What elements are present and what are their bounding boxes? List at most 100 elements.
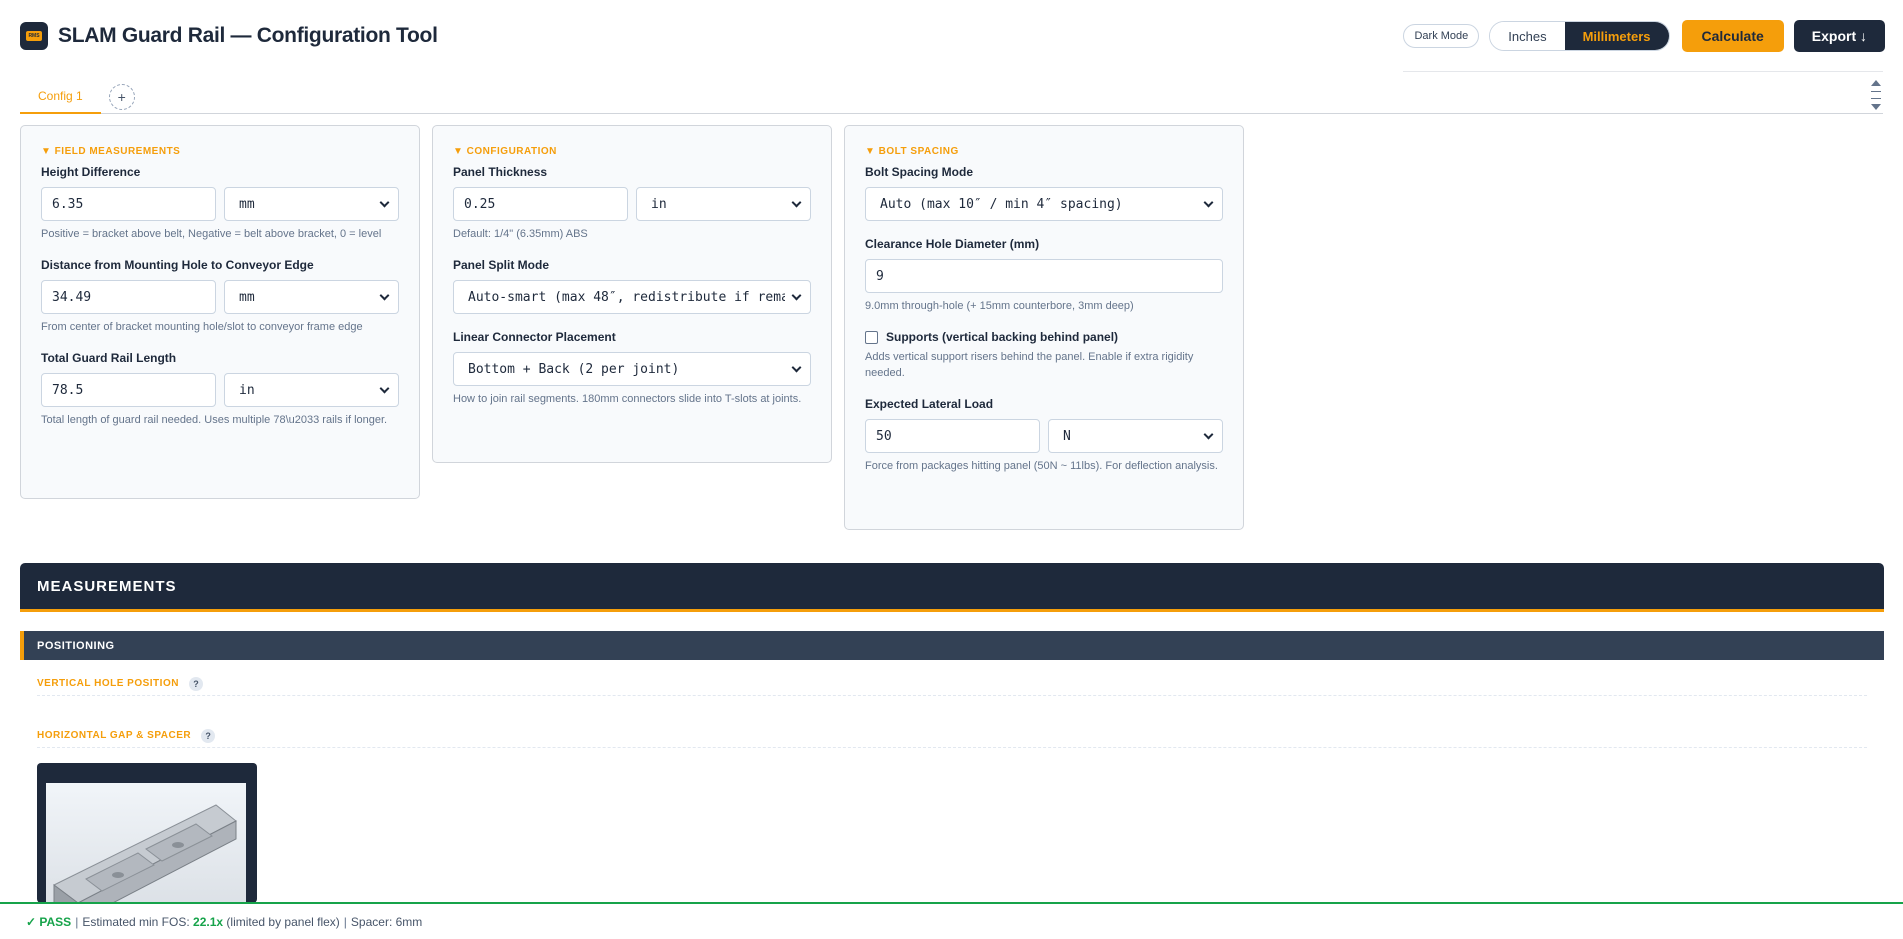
field-hint: Default: 1/4" (6.35mm) ABS bbox=[453, 228, 588, 240]
calculate-button[interactable]: Calculate bbox=[1681, 20, 1784, 52]
chevron-down-icon bbox=[791, 290, 802, 300]
dark-mode-button[interactable]: Dark Mode bbox=[1403, 24, 1480, 48]
card-heading: ▼ BOLT SPACING bbox=[865, 146, 959, 157]
chevron-down-icon bbox=[379, 383, 390, 393]
height-difference-field: Height Difference 6.35 mm Positive = bra… bbox=[41, 165, 399, 242]
config-tabbar: Config 1 + bbox=[20, 80, 1883, 114]
pass-badge: ✓ PASS bbox=[26, 914, 72, 929]
distance-input[interactable]: 34.49 bbox=[41, 280, 216, 314]
app-logo: RMS bbox=[20, 22, 48, 50]
horizontal-gap-row[interactable]: HORIZONTAL GAP & SPACER ? bbox=[37, 724, 1867, 748]
load-unit-select[interactable]: N bbox=[1048, 419, 1223, 453]
field-label: Clearance Hole Diameter (mm) bbox=[865, 237, 1040, 251]
scroll-up-icon[interactable] bbox=[1871, 80, 1881, 86]
chevron-down-icon bbox=[1203, 197, 1214, 207]
select-value: Bottom + Back (2 per joint) bbox=[468, 361, 680, 377]
clearance-input[interactable]: 9 bbox=[865, 259, 1223, 293]
select-value: mm bbox=[239, 289, 255, 305]
field-hint: Adds vertical support risers behind the … bbox=[865, 351, 1194, 379]
select-value: in bbox=[651, 196, 667, 212]
connector-select[interactable]: Bottom + Back (2 per joint) bbox=[453, 352, 811, 386]
field-hint: Total length of guard rail needed. Uses … bbox=[41, 414, 388, 426]
field-hint: How to join rail segments. 180mm connect… bbox=[453, 393, 802, 405]
panel-thickness-field: Panel Thickness 0.25 in Default: 1/4" (6… bbox=[453, 165, 811, 242]
connector-field: Linear Connector Placement Bottom + Back… bbox=[453, 330, 811, 407]
field-label: Height Difference bbox=[41, 165, 141, 179]
select-value: Auto (max 10″ / min 4″ spacing) bbox=[880, 196, 1123, 212]
status-divider: | bbox=[75, 914, 79, 929]
status-divider: | bbox=[343, 914, 347, 929]
field-label: Bolt Spacing Mode bbox=[865, 165, 973, 179]
load-input[interactable]: 50 bbox=[865, 419, 1040, 453]
bolt-spacing-card: ▼ BOLT SPACING Bolt Spacing Mode Auto (m… bbox=[844, 125, 1244, 530]
select-value: in bbox=[239, 382, 255, 398]
spacer-info: Spacer: 6mm bbox=[350, 914, 423, 929]
scroll-divider bbox=[1871, 97, 1881, 99]
field-measurements-card: ▼ FIELD MEASUREMENTS Height Difference 6… bbox=[20, 125, 420, 499]
height-difference-input[interactable]: 6.35 bbox=[41, 187, 216, 221]
panel-thickness-unit-select[interactable]: in bbox=[636, 187, 811, 221]
chevron-down-icon bbox=[379, 197, 390, 207]
field-hint: From center of bracket mounting hole/slo… bbox=[41, 321, 363, 333]
distance-unit-select[interactable]: mm bbox=[224, 280, 399, 314]
unit-toggle: Inches Millimeters bbox=[1489, 21, 1670, 51]
field-hint: 9.0mm through-hole (+ 15mm counterbore, … bbox=[865, 300, 1134, 312]
distance-field: Distance from Mounting Hole to Conveyor … bbox=[41, 258, 399, 335]
load-field: Expected Lateral Load 50 N Force from pa… bbox=[865, 397, 1223, 474]
measurements-title: MEASUREMENTS bbox=[37, 577, 177, 595]
configuration-card: ▼ CONFIGURATION Panel Thickness 0.25 in … bbox=[432, 125, 832, 463]
logo-mark: RMS bbox=[26, 31, 42, 41]
bolt-mode-select[interactable]: Auto (max 10″ / min 4″ spacing) bbox=[865, 187, 1223, 221]
add-tab-button[interactable]: + bbox=[108, 83, 135, 110]
field-label: Linear Connector Placement bbox=[453, 330, 616, 344]
chevron-down-icon bbox=[791, 362, 802, 372]
unit-inches-button[interactable]: Inches bbox=[1490, 22, 1565, 50]
panel-thickness-input[interactable]: 0.25 bbox=[453, 187, 628, 221]
unit-mm-button[interactable]: Millimeters bbox=[1564, 22, 1669, 50]
tab-scroll-control[interactable] bbox=[1869, 80, 1883, 110]
fos-prefix: Estimated min FOS: bbox=[82, 914, 190, 929]
horizontal-gap-label: HORIZONTAL GAP & SPACER bbox=[37, 730, 192, 741]
help-icon[interactable]: ? bbox=[188, 676, 203, 691]
vertical-hole-row[interactable]: VERTICAL HOLE POSITION ? bbox=[37, 672, 1867, 696]
supports-checkbox[interactable] bbox=[865, 330, 878, 344]
measurements-header: MEASUREMENTS bbox=[20, 563, 1884, 612]
checkbox-label: Supports (vertical backing behind panel) bbox=[886, 330, 1119, 344]
select-value: Auto-smart (max 48″, redistribute if rem… bbox=[468, 289, 785, 305]
card-heading: ▼ FIELD MEASUREMENTS bbox=[41, 146, 181, 157]
card-heading: ▼ CONFIGURATION bbox=[453, 146, 557, 157]
header-divider bbox=[1403, 71, 1883, 72]
rail-length-unit-select[interactable]: in bbox=[224, 373, 399, 407]
scroll-down-icon[interactable] bbox=[1871, 103, 1881, 110]
fos-suffix: (limited by panel flex) bbox=[226, 914, 340, 929]
rail-length-input[interactable]: 78.5 bbox=[41, 373, 216, 407]
scroll-divider bbox=[1871, 91, 1881, 93]
positioning-header: POSITIONING bbox=[20, 631, 1884, 660]
help-icon[interactable]: ? bbox=[201, 728, 216, 743]
field-label: Panel Split Mode bbox=[453, 258, 550, 272]
field-hint: Positive = bracket above belt, Negative … bbox=[41, 228, 382, 240]
vertical-hole-label: VERTICAL HOLE POSITION bbox=[37, 678, 179, 689]
clearance-field: Clearance Hole Diameter (mm) 9 9.0mm thr… bbox=[865, 237, 1223, 314]
spacer-3d-preview[interactable] bbox=[37, 763, 257, 923]
app-header: RMS SLAM Guard Rail — Configuration Tool… bbox=[0, 0, 1903, 72]
export-button[interactable]: Export ↓ bbox=[1793, 20, 1885, 52]
chevron-down-icon bbox=[791, 197, 802, 207]
field-label: Panel Thickness bbox=[453, 165, 548, 179]
split-mode-select[interactable]: Auto-smart (max 48″, redistribute if rem… bbox=[453, 280, 811, 314]
app-title: SLAM Guard Rail — Configuration Tool bbox=[58, 24, 438, 47]
select-value: N bbox=[1063, 428, 1071, 444]
chevron-down-icon bbox=[1203, 429, 1214, 439]
field-label: Total Guard Rail Length bbox=[41, 351, 177, 365]
positioning-title: POSITIONING bbox=[37, 639, 115, 652]
split-mode-field: Panel Split Mode Auto-smart (max 48″, re… bbox=[453, 258, 811, 314]
field-label: Distance from Mounting Hole to Conveyor … bbox=[41, 258, 314, 272]
field-label: Expected Lateral Load bbox=[865, 397, 994, 411]
chevron-down-icon bbox=[379, 290, 390, 300]
rail-length-field: Total Guard Rail Length 78.5 in Total le… bbox=[41, 351, 399, 428]
tab-config-1[interactable]: Config 1 bbox=[20, 80, 101, 114]
bolt-mode-field: Bolt Spacing Mode Auto (max 10″ / min 4″… bbox=[865, 165, 1223, 221]
height-difference-unit-select[interactable]: mm bbox=[224, 187, 399, 221]
header-actions: Dark Mode Inches Millimeters Calculate E… bbox=[1403, 20, 1885, 52]
fos-value: 22.1x bbox=[193, 914, 224, 929]
